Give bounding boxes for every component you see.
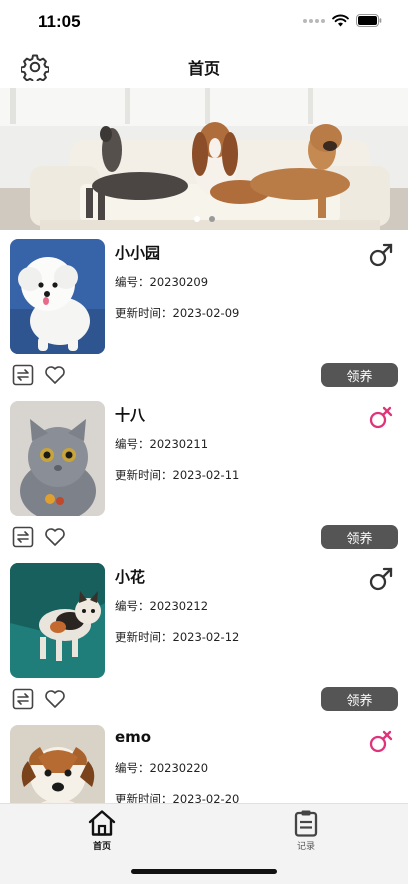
adopt-button[interactable]: 领养 [321, 525, 398, 549]
carousel-dot-active[interactable] [193, 216, 200, 222]
pet-photo [10, 563, 105, 678]
pet-name: 小花 [115, 568, 146, 586]
carousel-dot[interactable] [208, 216, 215, 222]
wifi-icon [332, 14, 349, 27]
pet-id: 编号：20230220 [115, 761, 209, 775]
battery-icon [356, 14, 382, 27]
adopt-button[interactable]: 领养 [321, 363, 398, 387]
pet-card[interactable]: 小小园 编号：20230209 更新时间：2023-02-09 领养 [0, 230, 408, 392]
pet-photo [10, 725, 105, 803]
signal-icon [303, 18, 325, 23]
tab-label: 记录 [296, 842, 315, 852]
home-indicator [131, 869, 277, 874]
pet-list[interactable]: 小小园 编号：20230209 更新时间：2023-02-09 领养 十八 编号… [0, 230, 408, 803]
swap-icon[interactable] [12, 688, 34, 710]
pet-card[interactable]: emo 编号：20230220 更新时间：2023-02-20 [0, 716, 408, 803]
pet-name: emo [115, 728, 152, 746]
home-icon [88, 810, 116, 836]
pet-id: 编号：20230211 [115, 437, 209, 451]
heart-icon[interactable] [44, 688, 66, 710]
pet-photo [10, 239, 105, 354]
tab-home[interactable]: 首页 [72, 809, 132, 852]
pet-card[interactable]: 小花 编号：20230212 更新时间：2023-02-12 领养 [0, 554, 408, 716]
heart-icon[interactable] [44, 364, 66, 386]
pet-card[interactable]: 十八 编号：20230211 更新时间：2023-02-11 领养 [0, 392, 408, 554]
pet-name: 十八 [115, 406, 146, 424]
pet-name: 小小园 [115, 244, 161, 262]
swap-icon[interactable] [12, 526, 34, 548]
male-icon [369, 243, 393, 267]
carousel-pagination [0, 216, 408, 222]
male-icon [369, 567, 393, 591]
pet-updated-time: 更新时间：2023-02-12 [115, 630, 240, 644]
tab-label: 首页 [92, 842, 111, 852]
status-bar: 11:05 [0, 0, 408, 46]
pet-photo [10, 401, 105, 516]
banner-carousel[interactable] [0, 88, 408, 230]
adopt-button[interactable]: 领养 [321, 687, 398, 711]
pet-updated-time: 更新时间：2023-02-11 [115, 468, 240, 482]
nav-bar: 首页 [0, 46, 408, 88]
female-icon [369, 730, 393, 753]
pet-updated-time: 更新时间：2023-02-20 [115, 792, 240, 803]
status-icons [303, 14, 382, 27]
pet-id: 编号：20230212 [115, 599, 209, 613]
clipboard-icon [294, 810, 318, 837]
heart-icon[interactable] [44, 526, 66, 548]
status-time: 11:05 [38, 12, 81, 31]
page-title: 首页 [187, 59, 220, 78]
banner-image [0, 88, 408, 230]
tab-records[interactable]: 记录 [276, 809, 336, 852]
pet-id: 编号：20230209 [115, 275, 209, 289]
swap-icon[interactable] [12, 364, 34, 386]
female-icon [369, 406, 393, 429]
pet-updated-time: 更新时间：2023-02-09 [115, 306, 240, 320]
